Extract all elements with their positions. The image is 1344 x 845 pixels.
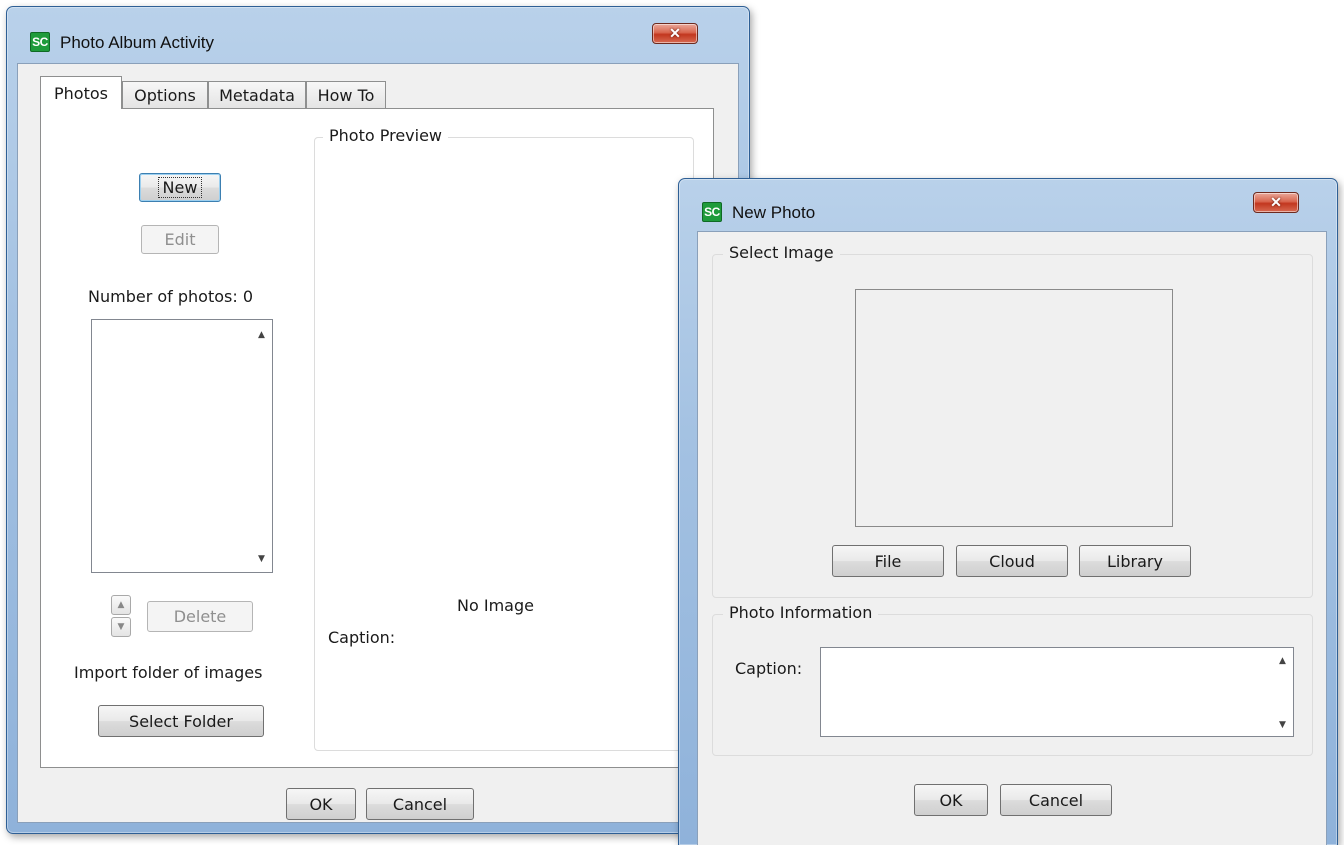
close-button[interactable]: ✕ <box>652 23 698 44</box>
ok-button[interactable]: OK <box>914 784 988 816</box>
select-folder-button[interactable]: Select Folder <box>98 705 264 737</box>
arrow-up-icon: ▲ <box>117 600 125 610</box>
photo-list[interactable]: ▲ ▼ <box>91 319 273 573</box>
move-up-button[interactable]: ▲ <box>111 595 131 615</box>
tab-photos[interactable]: Photos <box>40 76 122 109</box>
close-button[interactable]: ✕ <box>1253 192 1299 213</box>
edit-photo-button[interactable]: Edit <box>141 225 219 254</box>
new-photo-dialog: SC New Photo ✕ Select Image File Cloud L… <box>678 178 1338 845</box>
caption-label: Caption: <box>328 628 396 647</box>
window-title: Photo Album Activity <box>60 33 215 52</box>
image-preview-box <box>855 289 1173 527</box>
scroll-down-icon[interactable]: ▼ <box>1272 716 1293 734</box>
photo-preview-group: Photo Preview No Image Caption: <box>314 126 694 751</box>
delete-photo-button[interactable]: Delete <box>147 601 253 632</box>
caption-textarea[interactable]: ▲ ▼ <box>820 647 1294 737</box>
close-icon: ✕ <box>669 25 681 41</box>
cancel-button[interactable]: Cancel <box>1000 784 1112 816</box>
tab-options[interactable]: Options <box>122 81 208 109</box>
no-image-text: No Image <box>457 596 534 615</box>
tab-metadata[interactable]: Metadata <box>208 81 306 109</box>
photo-preview-group-label: Photo Preview <box>323 126 449 145</box>
caption-scrollbar[interactable]: ▲ ▼ <box>1272 648 1293 736</box>
photos-tab-panel: New Edit Number of photos: 0 ▲ ▼ ▲ ▼ Del… <box>40 108 714 768</box>
cloud-button[interactable]: Cloud <box>956 545 1068 577</box>
select-image-group-label: Select Image <box>723 243 840 262</box>
select-image-group: Select Image File Cloud Library <box>712 243 1313 598</box>
cancel-button[interactable]: Cancel <box>366 788 474 820</box>
photo-count-label: Number of photos: 0 <box>88 287 254 306</box>
close-icon: ✕ <box>1270 194 1282 210</box>
tab-how-to[interactable]: How To <box>306 81 386 109</box>
file-button[interactable]: File <box>832 545 944 577</box>
app-logo-icon: SC <box>702 202 722 222</box>
new-photo-button[interactable]: New <box>139 173 221 202</box>
scroll-up-icon[interactable]: ▲ <box>1272 652 1293 670</box>
photo-list-scrollbar[interactable]: ▲ ▼ <box>251 320 272 572</box>
move-down-button[interactable]: ▼ <box>111 617 131 637</box>
photo-information-group-label: Photo Information <box>723 603 879 622</box>
caption-label: Caption: <box>735 659 803 678</box>
dialog-title: New Photo <box>732 203 816 222</box>
photo-information-group: Photo Information Caption: ▲ ▼ <box>712 603 1313 756</box>
ok-button[interactable]: OK <box>286 788 356 820</box>
import-folder-label: Import folder of images <box>74 663 263 682</box>
window-client-area: Photos Options Metadata How To New Edit … <box>17 63 739 823</box>
dialog-client-area: Select Image File Cloud Library Photo In… <box>697 231 1327 845</box>
scroll-down-icon[interactable]: ▼ <box>251 550 272 568</box>
photo-album-window: SC Photo Album Activity ✕ Photos Options… <box>6 6 750 834</box>
library-button[interactable]: Library <box>1079 545 1191 577</box>
app-logo-icon: SC <box>30 32 50 52</box>
arrow-down-icon: ▼ <box>117 622 125 632</box>
scroll-up-icon[interactable]: ▲ <box>251 326 272 344</box>
